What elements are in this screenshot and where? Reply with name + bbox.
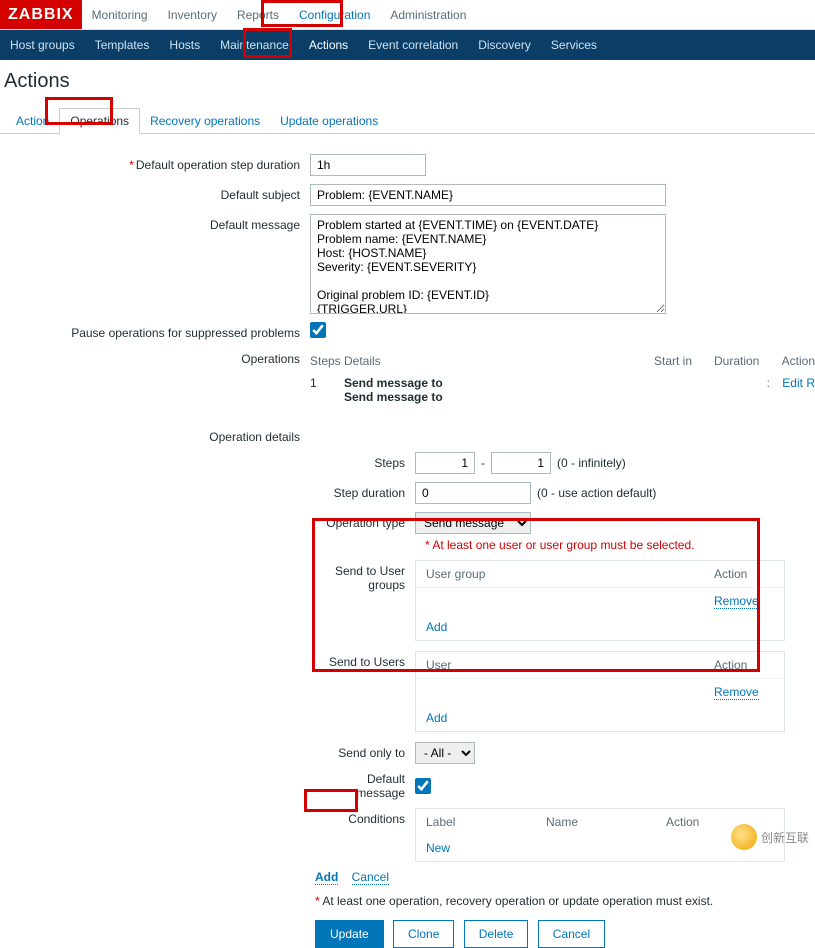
submenu-services[interactable]: Services [541, 30, 607, 60]
operations-row: 1 Send message to Send message to : Edit… [310, 374, 815, 406]
ops-step-no: 1 [310, 374, 344, 406]
submenu-maintenance[interactable]: Maintenance [210, 30, 299, 60]
label-operation-details: Operation details [0, 426, 310, 444]
ops-head-details: Details [344, 352, 654, 370]
label-operation-type: Operation type [315, 516, 415, 530]
ops-duration-sep: : [714, 374, 770, 406]
ops-head-action: Action [770, 352, 815, 370]
label-default-message: Default message [0, 214, 310, 314]
tab-update[interactable]: Update operations [270, 109, 388, 133]
label-send-only-to: Send only to [315, 746, 415, 760]
label-default-message-chk: Default message [315, 772, 415, 800]
steps-dash: - [481, 456, 485, 470]
topmenu-inventory[interactable]: Inventory [158, 0, 227, 29]
operations-table: Steps Details Start in Duration Action 1… [310, 348, 815, 406]
cond-new-link[interactable]: New [426, 841, 450, 855]
tab-operations[interactable]: Operations [59, 108, 140, 134]
user-groups-table: User group Action Remove Add [415, 560, 785, 641]
submenu-actions[interactable]: Actions [299, 30, 358, 60]
input-default-subject[interactable] [310, 184, 666, 206]
label-conditions: Conditions [315, 812, 415, 866]
step-duration-hint: (0 - use action default) [537, 486, 656, 500]
ops-remove-link[interactable]: R [806, 376, 815, 390]
select-send-only-to[interactable]: - All - [415, 742, 475, 764]
tab-action[interactable]: Action [6, 109, 59, 133]
topmenu-administration[interactable]: Administration [380, 0, 476, 29]
user-head: User [426, 658, 714, 672]
usergroup-add-link[interactable]: Add [426, 620, 447, 634]
ops-head-steps: Steps [310, 352, 344, 370]
tab-recovery[interactable]: Recovery operations [140, 109, 270, 133]
label-steps: Steps [315, 456, 415, 470]
submenu-templates[interactable]: Templates [85, 30, 160, 60]
user-action-head: Action [714, 658, 774, 672]
users-table: User Action Remove Add [415, 651, 785, 732]
label-default-step-duration: *Default operation step duration [0, 154, 310, 176]
watermark: 创新互联 [731, 824, 809, 850]
usergroup-remove-link[interactable]: Remove [714, 594, 759, 609]
topbar: ZABBIX Monitoring Inventory Reports Conf… [0, 0, 815, 30]
ops-head-duration: Duration [714, 352, 770, 370]
tabs: Action Operations Recovery operations Up… [0, 107, 815, 134]
warning-select-user: * At least one user or user group must b… [425, 538, 815, 552]
watermark-icon [731, 824, 757, 850]
label-send-to-user-groups: Send to User groups [315, 564, 415, 651]
button-row: Update Clone Delete Cancel [315, 920, 815, 948]
input-step-duration[interactable] [415, 482, 531, 504]
op-add-link[interactable]: Add [315, 870, 338, 885]
submenu-eventcorr[interactable]: Event correlation [358, 30, 468, 60]
topmenu-reports[interactable]: Reports [227, 0, 289, 29]
input-steps-to[interactable] [491, 452, 551, 474]
usergroup-head: User group [426, 567, 714, 581]
logo[interactable]: ZABBIX [0, 0, 82, 29]
steps-hint: (0 - infinitely) [557, 456, 626, 470]
label-operations: Operations [0, 348, 310, 406]
cancel-button[interactable]: Cancel [538, 920, 605, 948]
cond-name-head: Name [546, 815, 666, 829]
submenu-discovery[interactable]: Discovery [468, 30, 541, 60]
label-send-to-users: Send to Users [315, 655, 415, 742]
checkbox-default-message[interactable] [415, 778, 431, 794]
checkbox-pause[interactable] [310, 322, 326, 338]
topmenu-configuration[interactable]: Configuration [289, 0, 380, 29]
submenu-hostgroups[interactable]: Host groups [0, 30, 85, 60]
ops-details: Send message to Send message to [344, 374, 654, 406]
user-remove-link[interactable]: Remove [714, 685, 759, 700]
top-menu: Monitoring Inventory Reports Configurati… [82, 0, 477, 29]
conditions-table: Label Name Action New [415, 808, 785, 862]
delete-button[interactable]: Delete [464, 920, 529, 948]
topmenu-monitoring[interactable]: Monitoring [82, 0, 158, 29]
submenu-hosts[interactable]: Hosts [159, 30, 210, 60]
footer-warning: * At least one operation, recovery opera… [315, 894, 815, 908]
label-step-duration: Step duration [315, 486, 415, 500]
select-operation-type[interactable]: Send message [415, 512, 531, 534]
clone-button[interactable]: Clone [393, 920, 454, 948]
usergroup-action-head: Action [714, 567, 774, 581]
op-cancel-link[interactable]: Cancel [352, 870, 389, 885]
ops-edit-link[interactable]: Edit [782, 376, 803, 390]
ops-head-startin: Start in [654, 352, 714, 370]
ops-action-links: Edit R [770, 374, 815, 406]
input-steps-from[interactable] [415, 452, 475, 474]
cond-label-head: Label [426, 815, 546, 829]
input-default-step-duration[interactable] [310, 154, 426, 176]
label-pause: Pause operations for suppressed problems [0, 322, 310, 340]
user-add-link[interactable]: Add [426, 711, 447, 725]
label-default-subject: Default subject [0, 184, 310, 206]
textarea-default-message[interactable] [310, 214, 666, 314]
page-title: Actions [0, 60, 815, 107]
update-button[interactable]: Update [315, 920, 384, 948]
sub-menu: Host groups Templates Hosts Maintenance … [0, 30, 815, 60]
